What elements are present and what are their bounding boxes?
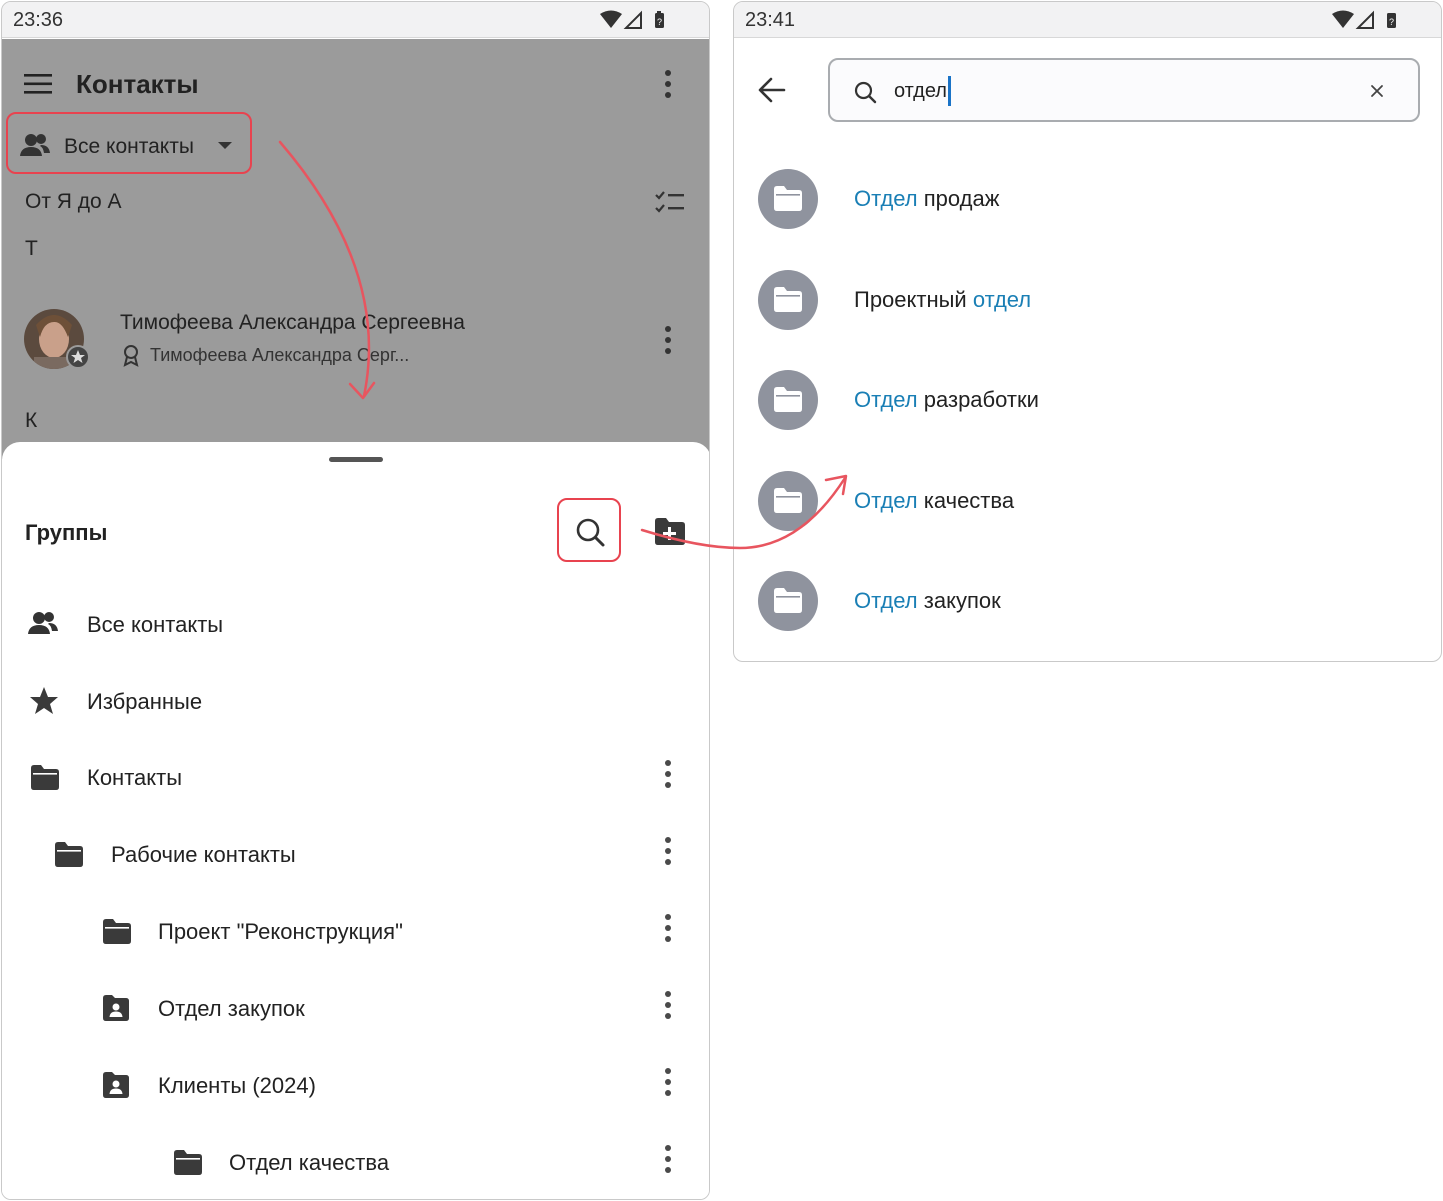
- result-prefix: Проектный: [854, 287, 973, 312]
- group-item-label: Отдел закупок: [158, 996, 305, 1021]
- clear-icon[interactable]: [1370, 84, 1384, 103]
- app-title: Контакты: [76, 69, 199, 99]
- contact-subtitle: Тимофеева Александра Серг...: [150, 345, 410, 365]
- shared-folder-icon: [103, 1072, 129, 1098]
- result-match: Отдел: [854, 488, 918, 513]
- group-item-project[interactable]: Проект "Реконструкция": [2, 899, 709, 963]
- group-more-icon[interactable]: [658, 1067, 678, 1097]
- group-item-label: Контакты: [87, 765, 183, 790]
- group-avatar: [758, 571, 818, 631]
- folder-icon: [55, 842, 83, 867]
- text-cursor: [948, 76, 951, 106]
- search-result-item[interactable]: Отдел продаж: [758, 169, 1398, 231]
- status-time: 23:41: [745, 9, 796, 31]
- section-letter-t: Т: [25, 237, 38, 260]
- group-item-contacts[interactable]: Контакты: [2, 745, 709, 809]
- result-rest: закупок: [917, 588, 1001, 613]
- group-item-favorites[interactable]: Избранные: [2, 669, 709, 733]
- system-icons: ?: [1331, 10, 1401, 35]
- contact-row[interactable]: Тимофеева Александра Сергеевна Тимофеева…: [24, 307, 694, 373]
- section-letter-k: К: [25, 409, 38, 432]
- result-rest: разработки: [917, 387, 1039, 412]
- result-match: Отдел: [854, 588, 918, 613]
- sheet-drag-handle[interactable]: [329, 457, 383, 462]
- search-result-item[interactable]: Проектный отдел: [758, 270, 1398, 332]
- menu-icon[interactable]: [24, 74, 52, 99]
- result-name: Отдел разработки: [854, 387, 1039, 413]
- group-more-icon[interactable]: [658, 1144, 678, 1174]
- contacts-screen-dimmed: Контакты Все контакты От Я до А Т Тимофе…: [2, 39, 709, 459]
- group-more-icon[interactable]: [658, 836, 678, 866]
- contact-more-icon[interactable]: [658, 325, 678, 360]
- award-icon: [122, 345, 140, 372]
- system-icons: ?: [599, 10, 669, 35]
- status-time: 23:36: [13, 9, 64, 31]
- result-rest: продаж: [917, 186, 1000, 211]
- folder-icon: [174, 1150, 202, 1175]
- folder-icon: [774, 387, 802, 412]
- status-bar: 23:36 ?: [2, 2, 709, 38]
- folder-icon: [31, 765, 59, 790]
- group-more-icon[interactable]: [658, 990, 678, 1020]
- group-avatar: [758, 370, 818, 430]
- group-more-icon[interactable]: [658, 759, 678, 789]
- svg-text:?: ?: [1389, 17, 1394, 27]
- group-item-label: Клиенты (2024): [158, 1073, 316, 1098]
- back-arrow-icon[interactable]: [758, 76, 786, 109]
- star-icon: [30, 687, 58, 714]
- group-avatar: [758, 270, 818, 330]
- sheet-title: Группы: [25, 520, 108, 545]
- group-item-label: Рабочие контакты: [111, 842, 296, 867]
- search-result-item[interactable]: Отдел разработки: [758, 370, 1398, 432]
- sort-label[interactable]: От Я до А: [25, 190, 122, 214]
- contact-name: Тимофеева Александра Сергеевна: [120, 311, 465, 334]
- shared-folder-icon: [103, 995, 129, 1021]
- result-name: Отдел продаж: [854, 186, 999, 212]
- avatar: [24, 309, 90, 376]
- group-avatar: [758, 169, 818, 229]
- group-item-label: Все контакты: [87, 612, 224, 637]
- people-icon: [28, 612, 58, 634]
- group-item-label: Проект "Реконструкция": [158, 919, 403, 944]
- filter-chip-highlight: [6, 112, 252, 174]
- result-name: Отдел качества: [854, 488, 1014, 514]
- search-input[interactable]: [894, 76, 1344, 106]
- result-match: отдел: [972, 287, 1032, 312]
- folder-icon: [103, 919, 131, 944]
- left-phone-screen: 23:36 ? Контакты Все контакты От Я до А …: [1, 1, 710, 1200]
- group-avatar: [758, 471, 818, 531]
- select-list-icon[interactable]: [655, 190, 685, 219]
- search-result-item[interactable]: Отдел закупок: [758, 571, 1398, 633]
- result-rest: качества: [917, 488, 1015, 513]
- result-name: Проектный отдел: [854, 287, 1031, 313]
- group-item-quality[interactable]: Отдел качества: [2, 1130, 709, 1194]
- folder-icon: [774, 588, 802, 613]
- group-item-all-contacts[interactable]: Все контакты: [2, 592, 709, 656]
- group-more-icon[interactable]: [658, 913, 678, 943]
- more-options-icon[interactable]: [658, 69, 678, 104]
- folder-icon: [774, 186, 802, 211]
- search-icon: [854, 81, 878, 110]
- group-item-work-contacts[interactable]: Рабочие контакты: [2, 822, 709, 886]
- group-item-label: Отдел качества: [229, 1150, 390, 1175]
- status-bar: 23:41 ?: [734, 2, 1441, 38]
- search-field[interactable]: [828, 58, 1420, 122]
- add-group-icon[interactable]: [654, 516, 686, 551]
- right-phone-screen: 23:41 ? Отдел продаж: [733, 1, 1442, 662]
- group-item-label: Избранные: [87, 689, 203, 714]
- result-match: Отдел: [854, 387, 918, 412]
- result-match: Отдел: [854, 186, 918, 211]
- folder-icon: [774, 488, 802, 513]
- result-name: Отдел закупок: [854, 588, 1001, 614]
- svg-text:?: ?: [657, 17, 662, 27]
- search-result-item[interactable]: Отдел качества: [758, 471, 1398, 533]
- group-item-clients[interactable]: Клиенты (2024): [2, 1053, 709, 1117]
- search-button-highlight: [557, 498, 621, 562]
- group-item-procurement[interactable]: Отдел закупок: [2, 976, 709, 1040]
- folder-icon: [774, 287, 802, 312]
